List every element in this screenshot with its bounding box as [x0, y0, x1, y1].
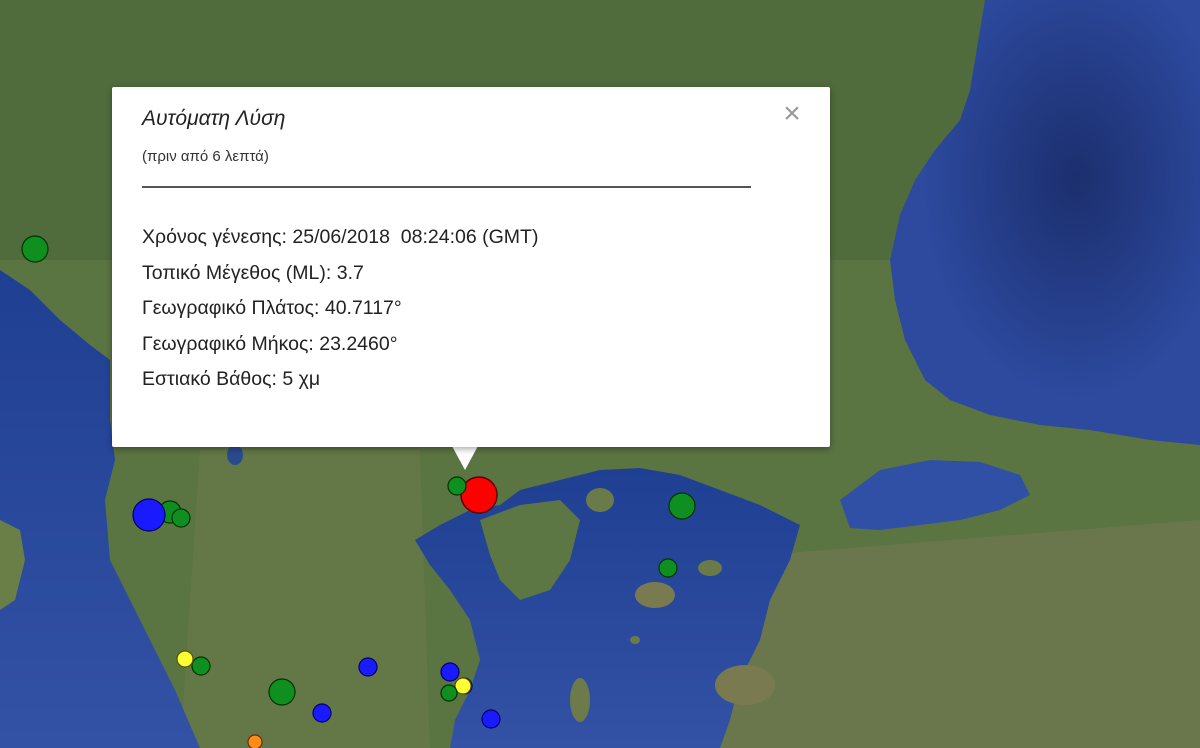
detail-value: 23.2460° [319, 332, 398, 355]
popup-title: Αυτόματη Λύση [142, 107, 286, 130]
island [570, 678, 590, 722]
earthquake-marker[interactable] [21, 235, 49, 263]
lemnos-island [635, 582, 675, 608]
earthquake-marker[interactable] [658, 558, 678, 578]
detail-value: 5 χμ [282, 368, 321, 390]
detail-value: 3.7 [336, 261, 364, 284]
earthquake-marker-selected[interactable] [460, 476, 498, 514]
earthquake-marker[interactable] [247, 734, 263, 748]
earthquake-marker[interactable] [481, 709, 501, 729]
earthquake-marker[interactable] [191, 656, 211, 676]
earthquake-info-popup: Αυτόματη Λύση (πριν από 6 λεπτά) × Χρόνο… [112, 87, 830, 447]
samothrace-island [698, 560, 722, 576]
earthquake-marker[interactable] [132, 498, 166, 532]
earthquake-marker[interactable] [176, 650, 194, 668]
earthquake-marker[interactable] [268, 678, 296, 706]
detail-latitude: Γεωγραφικό Πλάτος: 40.7117° [142, 297, 402, 319]
thasos-island [586, 488, 614, 512]
island [630, 636, 640, 644]
earthquake-marker[interactable] [440, 662, 460, 682]
detail-label: Τοπικό Μέγεθος (ML) [142, 261, 326, 284]
detail-value: 25/06/2018 08:24:06 (GMT) [292, 226, 539, 248]
earthquake-marker[interactable] [447, 476, 467, 496]
earthquake-marker[interactable] [668, 492, 696, 520]
detail-label: Εστιακό Βάθος [142, 368, 272, 390]
detail-local-magnitude: Τοπικό Μέγεθος (ML): 3.7 [142, 261, 364, 284]
earthquake-marker[interactable] [312, 703, 332, 723]
earthquake-details: Χρόνος γένεσης: 25/06/2018 08:24:06 (GMT… [142, 223, 538, 401]
detail-label: Χρόνος γένεσης [142, 226, 282, 248]
detail-label: Γεωγραφικό Πλάτος [142, 297, 315, 319]
earthquake-marker[interactable] [171, 508, 191, 528]
close-icon[interactable]: × [778, 99, 806, 129]
detail-label: Γεωγραφικό Μήκος [142, 332, 309, 355]
detail-longitude: Γεωγραφικό Μήκος: 23.2460° [142, 332, 398, 355]
popup-subtitle: (πριν από 6 λεπτά) [142, 148, 269, 165]
detail-value: 40.7117° [324, 297, 402, 319]
detail-focal-depth: Εστιακό Βάθος: 5 χμ [142, 368, 321, 390]
lake [227, 445, 243, 465]
popup-pointer [452, 446, 478, 470]
detail-origin-time: Χρόνος γένεσης: 25/06/2018 08:24:06 (GMT… [142, 226, 539, 248]
land-texture-balkans [180, 450, 430, 748]
earthquake-marker[interactable] [358, 657, 378, 677]
earthquake-marker[interactable] [440, 684, 458, 702]
lesbos-island [715, 665, 775, 705]
popup-divider [142, 186, 751, 188]
